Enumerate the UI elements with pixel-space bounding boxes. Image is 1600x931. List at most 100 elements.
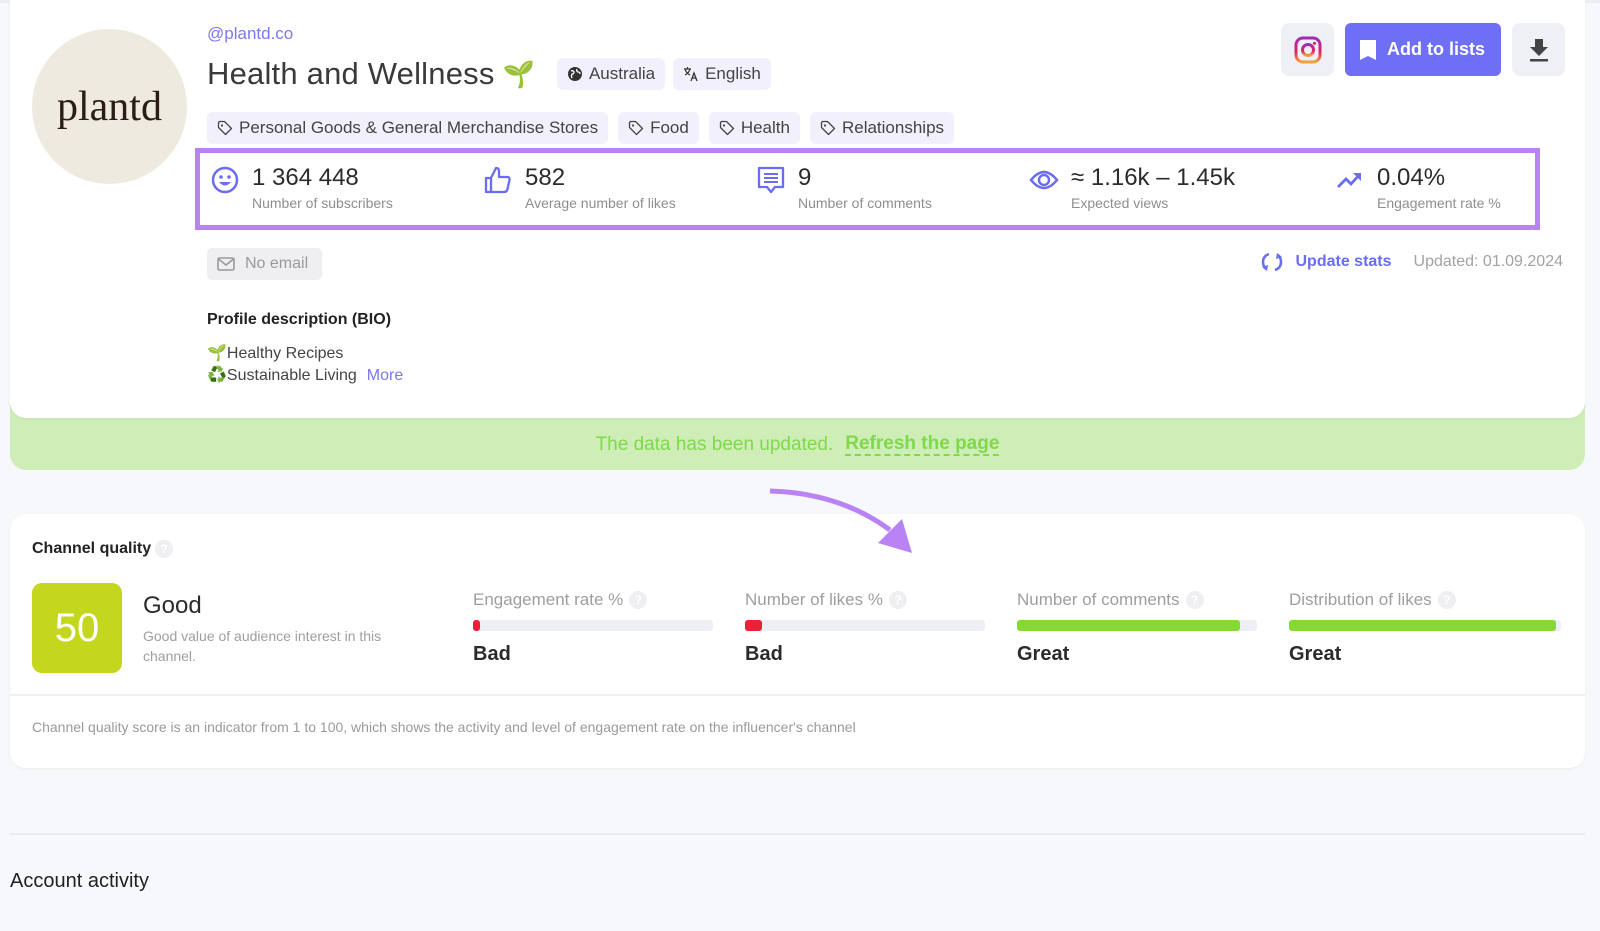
help-icon[interactable]: ? (1185, 591, 1204, 609)
stats-highlight-box: 1 364 448 Number of subscribers 582 Averag… (195, 148, 1540, 230)
metric-value: Great (1017, 643, 1070, 665)
tag-label: Health (740, 118, 790, 137)
stat-value: 582 (525, 164, 566, 191)
update-row: Update stats Updated: 01.09.2024 (1260, 250, 1563, 274)
banner-message: The data has been updated. (595, 434, 834, 455)
stat-label: Engagement rate % (1377, 195, 1501, 211)
translate-icon (684, 67, 698, 82)
channel-quality-label: Channel quality (32, 540, 152, 557)
tag-icon (217, 120, 233, 136)
help-icon[interactable]: ? (629, 591, 648, 609)
metric-bar-fill (1017, 620, 1241, 631)
bio-more-link[interactable]: More (367, 367, 403, 384)
stat-subscribers: 1 364 448 Number of subscribers (210, 163, 393, 211)
title-row: Health and Wellness 🌱 Australia English (207, 56, 771, 92)
quality-score-badge: 50 (32, 583, 122, 673)
stat-engagement: 0.04% Engagement rate % (1335, 163, 1501, 211)
download-icon (1529, 38, 1548, 61)
profile-actions: Add to lists (1281, 23, 1565, 76)
globe-icon (567, 67, 582, 81)
quality-note: Channel quality score is an indicator fr… (32, 719, 856, 735)
email-label: No email (245, 255, 309, 272)
metric-bar-fill (473, 620, 481, 631)
trend-up-icon (1337, 173, 1362, 188)
metric-likes-percent: Number of likes %? Bad (745, 590, 985, 666)
tag-label: Relationships (841, 118, 945, 137)
stat-label: Average number of likes (525, 195, 676, 211)
help-icon[interactable]: ? (1437, 591, 1456, 609)
smiley-icon (211, 166, 239, 194)
bio-text: Sustainable Living (226, 367, 357, 384)
add-to-lists-label: Add to lists (1387, 39, 1485, 59)
category-tags: Personal Goods & General Merchandise Sto… (207, 112, 955, 144)
refresh-icon (1261, 252, 1282, 272)
metric-engagement-rate: Engagement rate %? Bad (473, 590, 713, 666)
tag-icon (719, 120, 734, 136)
language-chip: English (673, 58, 771, 90)
metric-value: Great (1289, 643, 1342, 665)
instagram-button[interactable] (1281, 23, 1334, 76)
update-stats-button[interactable]: Update stats (1260, 250, 1392, 274)
refresh-page-link[interactable]: Refresh the page (845, 434, 1000, 456)
stat-comments: 9 Number of comments (756, 163, 932, 211)
help-icon[interactable]: ? (888, 591, 907, 609)
metric-bar-track (473, 620, 713, 631)
tag-label: Personal Goods & General Merchandise Sto… (239, 118, 599, 137)
update-stats-label: Update stats (1295, 253, 1392, 270)
account-activity-title: Account activity (10, 870, 149, 892)
metric-bar-track (745, 620, 985, 631)
stat-label: Expected views (1071, 195, 1169, 211)
stat-value: ≈ 1.16k – 1.45k (1071, 164, 1235, 191)
stat-label: Number of comments (798, 195, 932, 211)
email-chip: No email (207, 248, 323, 280)
stat-value: 0.04% (1377, 164, 1446, 191)
country-label: Australia (588, 64, 656, 83)
country-chip: Australia (556, 58, 666, 90)
annotation-arrow-icon (769, 488, 912, 553)
tag-icon (820, 120, 836, 136)
profile-handle[interactable]: @plantd.co (207, 24, 293, 44)
metric-value: Bad (473, 643, 511, 665)
bio-text: Healthy Recipes (226, 345, 344, 362)
bio-line: ♻️Sustainable Living More (207, 365, 403, 385)
bio-heading: Profile description (BIO) (207, 311, 392, 328)
download-button[interactable] (1512, 23, 1565, 76)
metric-label: Engagement rate % (473, 590, 624, 609)
metric-bar-fill (1289, 620, 1556, 631)
thumbs-up-icon (484, 166, 511, 194)
recycle-emoji-icon: ♻️ (207, 367, 227, 384)
tag-icon (628, 120, 644, 136)
help-icon[interactable]: ? (155, 540, 174, 558)
metric-label: Number of likes % (745, 590, 883, 609)
metric-bar-fill (745, 620, 762, 631)
updated-date: Updated: 01.09.2024 (1413, 253, 1563, 270)
add-to-lists-button[interactable]: Add to lists (1345, 23, 1501, 76)
bio-line: 🌱Healthy Recipes (207, 343, 343, 363)
stat-label: Number of subscribers (252, 195, 393, 211)
metric-bar-track (1017, 620, 1257, 631)
tag-chip[interactable]: Personal Goods & General Merchandise Sto… (207, 112, 609, 144)
sprout-emoji-icon: 🌱 (502, 58, 535, 89)
tag-label: Food (650, 118, 689, 137)
stat-value: 9 (798, 164, 812, 191)
eye-icon (1029, 170, 1059, 190)
metric-bar-track (1289, 620, 1561, 631)
sprout-emoji-icon: 🌱 (207, 345, 227, 362)
quality-score: 50 (54, 605, 100, 650)
metric-label: Number of comments (1017, 590, 1180, 609)
quality-score-description: Good value of audience interest in this … (143, 628, 382, 664)
tag-chip[interactable]: Food (618, 112, 699, 144)
instagram-icon (1294, 36, 1321, 63)
tag-chip[interactable]: Health (708, 112, 800, 144)
metric-value: Bad (745, 643, 783, 665)
metric-label: Distribution of likes (1289, 590, 1432, 609)
metric-likes-distribution: Distribution of likes? Great (1289, 590, 1561, 666)
divider (10, 694, 1585, 696)
avatar-logo-text: plantd (57, 83, 162, 130)
metric-comments: Number of comments? Great (1017, 590, 1257, 666)
stat-likes: 582 Average number of likes (483, 163, 676, 211)
avatar: plantd (32, 29, 187, 184)
tag-chip[interactable]: Relationships (809, 112, 955, 144)
channel-quality-title: Channel quality ? (32, 540, 174, 558)
bookmark-icon (1360, 39, 1376, 60)
